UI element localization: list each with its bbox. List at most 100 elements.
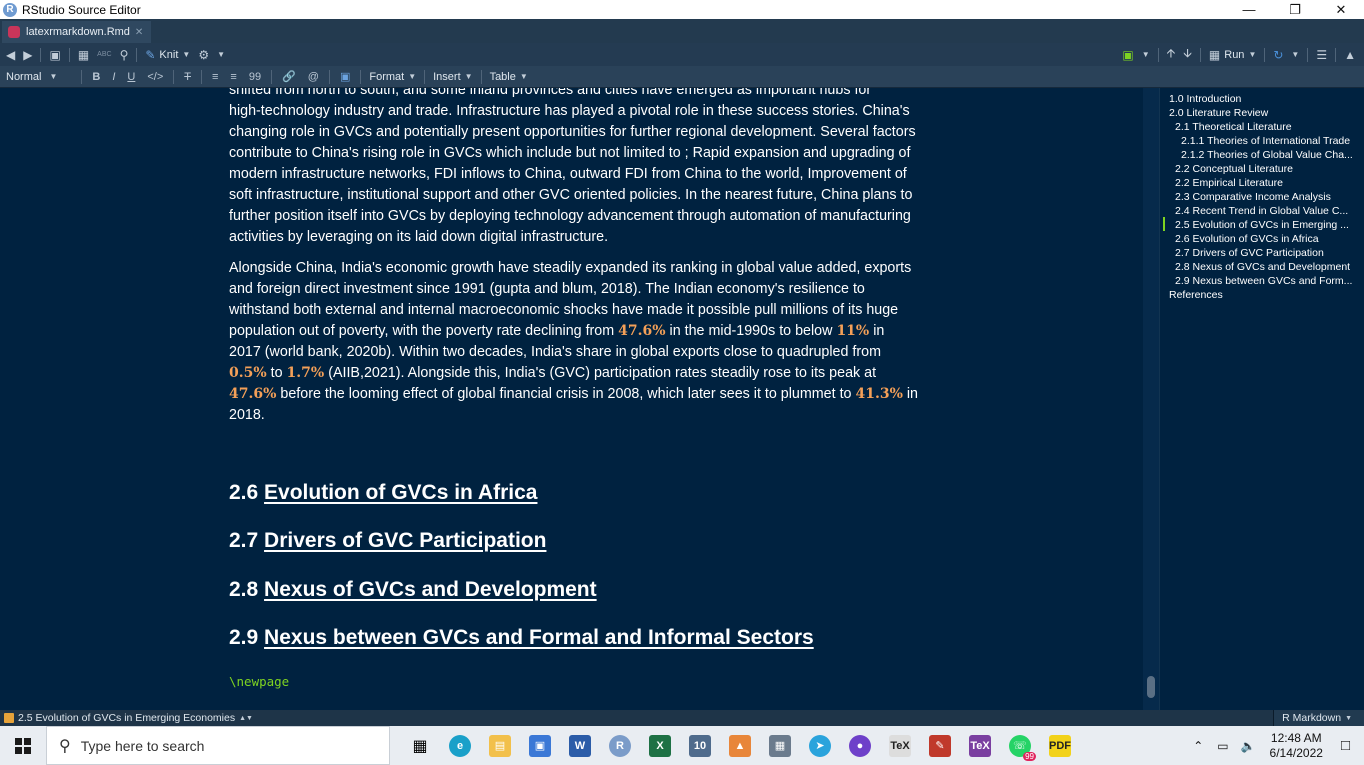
insert-dropdown-icon[interactable]: ▼ <box>465 72 473 81</box>
outline-item[interactable]: 2.0 Literature Review <box>1169 106 1359 120</box>
heading-2-9: 2.9 Nexus between GVCs and Formal and In… <box>229 626 814 649</box>
minimize-icon[interactable]: — <box>1226 0 1272 19</box>
outline-item[interactable]: References <box>1169 288 1359 302</box>
image-icon[interactable]: ▣ <box>340 70 350 83</box>
r-icon[interactable]: R <box>600 726 640 765</box>
tab-close-icon[interactable]: ✕ <box>135 27 143 38</box>
outline-item[interactable]: 2.1.1 Theories of International Trade <box>1181 134 1362 148</box>
excel-icon[interactable]: X <box>640 726 680 765</box>
gear-icon[interactable]: ⚙ <box>198 48 209 62</box>
rerun-icon[interactable]: ↻ <box>1273 48 1283 62</box>
close-icon[interactable]: ✕ <box>1318 0 1364 19</box>
up-arrow-icon[interactable]: 🡩 <box>1167 44 1176 65</box>
spellcheck-icon[interactable]: ABC <box>97 51 111 58</box>
volume-icon[interactable]: 🔈 <box>1241 739 1256 753</box>
clear-formatting-button[interactable]: T <box>184 71 191 83</box>
newpage-command: \newpage <box>229 674 290 689</box>
forward-arrow-icon[interactable]: ▶ <box>23 48 32 62</box>
insert-menu[interactable]: Insert <box>433 71 461 83</box>
scrollbar-thumb[interactable] <box>1147 676 1155 698</box>
numbered-list-icon[interactable]: ≡ <box>230 71 236 83</box>
matlab-icon[interactable]: ▲ <box>720 726 760 765</box>
outline-item[interactable]: 2.6 Evolution of GVCs in Africa <box>1175 232 1360 246</box>
outline-toggle-icon[interactable]: ☰ <box>1316 48 1327 62</box>
telegram-icon[interactable]: ➤ <box>800 726 840 765</box>
outline-item[interactable]: 2.1 Theoretical Literature <box>1175 120 1360 134</box>
bullet-list-icon[interactable]: ≡ <box>212 71 218 83</box>
file-type-select[interactable]: R Markdown ▼ <box>1273 710 1364 726</box>
outline-item[interactable]: 2.1.2 Theories of Global Value Cha... <box>1181 148 1362 162</box>
github-icon[interactable]: ● <box>840 726 880 765</box>
format-dropdown-icon[interactable]: ▼ <box>408 72 416 81</box>
knit-icon[interactable]: ✎ <box>145 48 155 62</box>
outline-item[interactable]: 1.0 Introduction <box>1169 92 1359 106</box>
outline-item[interactable]: 2.4 Recent Trend in Global Value C... <box>1175 204 1360 218</box>
italic-button[interactable]: I <box>112 71 115 83</box>
down-arrow-icon[interactable]: 🡫 <box>1183 44 1192 65</box>
citation-button[interactable]: @ <box>308 71 319 83</box>
outline-item-active[interactable]: 2.5 Evolution of GVCs in Emerging ... <box>1175 218 1360 232</box>
notification-icon[interactable]: □ <box>1341 737 1350 754</box>
store-icon[interactable]: ▣ <box>520 726 560 765</box>
outline-item[interactable]: 2.2 Empirical Literature <box>1175 176 1360 190</box>
whatsapp-icon[interactable]: ☏ 99 <box>1000 726 1040 765</box>
insert-chunk-dropdown-icon[interactable]: ▼ <box>1142 50 1150 59</box>
rerun-dropdown-icon[interactable]: ▼ <box>1291 50 1299 59</box>
show-in-window-icon[interactable]: ▣ <box>49 48 60 62</box>
underline-button[interactable]: U <box>127 71 135 83</box>
insert-chunk-icon[interactable]: ▣ <box>1122 48 1133 62</box>
table-menu[interactable]: Table <box>490 71 516 83</box>
visual-editor[interactable]: shifted from north to south, and some in… <box>0 88 1143 710</box>
battery-icon[interactable]: ▭ <box>1217 739 1228 753</box>
save-icon[interactable]: ▦ <box>78 48 89 62</box>
search-icon[interactable]: ⚲ <box>120 48 129 62</box>
format-menu[interactable]: Format <box>369 71 404 83</box>
heading-link[interactable]: Drivers of GVC Participation <box>264 529 546 552</box>
taskbar-search[interactable]: ⚲ Type here to search <box>46 726 390 765</box>
run-button[interactable]: Run <box>1224 49 1244 61</box>
blockquote-button[interactable]: 99 <box>249 71 261 83</box>
link-icon[interactable]: 🔗 <box>282 70 296 83</box>
chevron-up-icon[interactable]: ⌃ <box>1193 739 1203 753</box>
outline-item[interactable]: 2.8 Nexus of GVCs and Development <box>1175 260 1360 274</box>
calculator-icon[interactable]: ▦ <box>760 726 800 765</box>
back-arrow-icon[interactable]: ◀ <box>6 48 15 62</box>
heading-link[interactable]: Nexus between GVCs and Formal and Inform… <box>264 626 814 649</box>
knit-button[interactable]: Knit <box>159 49 178 61</box>
word-icon[interactable]: W <box>560 726 600 765</box>
run-icon[interactable]: ▦ <box>1209 48 1220 62</box>
tex-icon[interactable]: TeX <box>880 726 920 765</box>
restore-icon[interactable]: ❐ <box>1272 0 1318 19</box>
stata-icon[interactable]: 10 <box>680 726 720 765</box>
outline-item[interactable]: 2.3 Comparative Income Analysis <box>1175 190 1360 204</box>
task-view-icon[interactable]: ▦ <box>400 726 440 765</box>
bold-button[interactable]: B <box>92 71 100 83</box>
heading-link[interactable]: Evolution of GVCs in Africa <box>264 481 537 504</box>
file-explorer-icon[interactable]: ▤ <box>480 726 520 765</box>
publish-icon[interactable]: ▲ <box>1344 48 1356 62</box>
code-button[interactable]: </> <box>147 71 163 83</box>
heading-link[interactable]: Nexus of GVCs and Development <box>264 578 597 601</box>
taskbar-clock[interactable]: 12:48 AM 6/14/2022 <box>1270 731 1323 761</box>
texstudio-icon[interactable]: ✎ <box>920 726 960 765</box>
current-section[interactable]: 2.5 Evolution of GVCs in Emerging Econom… <box>18 712 235 724</box>
start-button[interactable] <box>0 726 46 765</box>
editor-scrollbar[interactable] <box>1143 88 1159 710</box>
whatsapp-badge: 99 <box>1023 752 1036 761</box>
section-dropdown-icon[interactable]: ▲▼ <box>239 715 253 722</box>
outline-item[interactable]: 2.9 Nexus between GVCs and Form... <box>1175 274 1360 288</box>
outline-item[interactable]: 2.7 Drivers of GVC Participation <box>1175 246 1360 260</box>
table-dropdown-icon[interactable]: ▼ <box>520 72 528 81</box>
edge-icon[interactable]: e <box>440 726 480 765</box>
editor-content[interactable]: shifted from north to south, and some in… <box>229 88 919 436</box>
gear-dropdown-icon[interactable]: ▼ <box>217 50 225 59</box>
paragraph-style-select[interactable]: Normal <box>6 71 41 83</box>
style-dropdown-icon[interactable]: ▼ <box>49 72 57 81</box>
outline-item[interactable]: 2.2 Conceptual Literature <box>1175 162 1360 176</box>
run-dropdown-icon[interactable]: ▼ <box>1248 50 1256 59</box>
knit-dropdown-icon[interactable]: ▼ <box>182 50 190 59</box>
value-highlight: 47.6% <box>229 386 277 402</box>
tab-latexrmarkdown[interactable]: latexrmarkdown.Rmd ✕ <box>2 21 152 43</box>
texmaker-icon[interactable]: TeX <box>960 726 1000 765</box>
pdf-reader-icon[interactable]: PDF <box>1040 726 1080 765</box>
